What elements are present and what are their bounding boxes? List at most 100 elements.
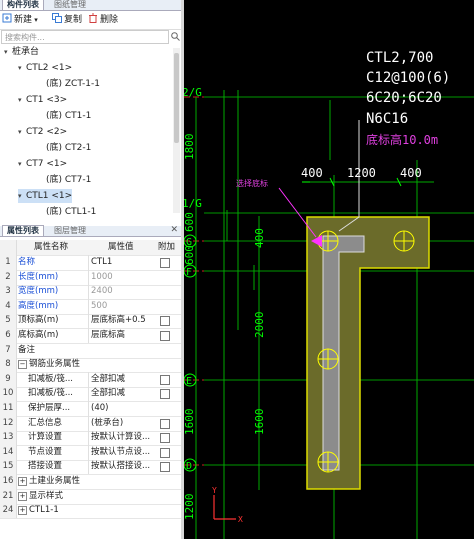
property-value[interactable]: (40) <box>88 401 159 416</box>
property-row[interactable]: 12 汇总信息 (桩承台) <box>0 415 181 432</box>
close-icon[interactable]: ✕ <box>170 225 178 235</box>
tab-component-list[interactable]: 构件列表 <box>2 0 44 10</box>
property-value[interactable]: 全部扣减 <box>88 386 159 402</box>
property-row[interactable]: 6 底标高(m) 层底标高 <box>0 328 181 344</box>
property-row[interactable]: 11 保护层厚... (40) <box>0 401 181 417</box>
delete-button[interactable]: 删除 <box>88 13 118 27</box>
property-value[interactable]: 2400 <box>88 284 159 300</box>
row-number: 24 <box>0 503 17 519</box>
add-checkbox[interactable] <box>160 418 170 429</box>
tree-node[interactable]: (底) CT1-1 <box>46 109 91 123</box>
elevation-note: 底标高10.0m <box>366 132 438 147</box>
property-row[interactable]: 1 名称 CTL1 <box>0 255 181 271</box>
property-row[interactable]: 9 扣减板/筏... 全部扣减 <box>0 371 181 388</box>
property-value[interactable]: 按默认计算设... <box>88 430 159 446</box>
expand-toggle-icon[interactable]: − <box>18 360 27 370</box>
row-number: 8 <box>0 357 17 373</box>
expand-toggle-icon[interactable]: + <box>18 506 27 516</box>
property-row[interactable]: 3 宽度(mm) 2400 <box>0 284 181 301</box>
property-name: 计算设置 <box>28 432 63 443</box>
row-number: 5 <box>0 313 17 329</box>
tree-node[interactable]: ▾ CT2 <2> <box>18 125 67 139</box>
ucs-x-label: X <box>238 515 243 524</box>
annotation-line: 6C20;6C20 <box>366 90 442 106</box>
property-value[interactable]: 按默认搭接设... <box>88 459 159 475</box>
tree-node[interactable]: (底) ZCT-1-1 <box>46 77 100 91</box>
property-value[interactable]: 全部扣减 <box>88 371 159 387</box>
search-input[interactable]: 搜索构件... <box>1 30 169 44</box>
property-name: 搭接设置 <box>28 461 63 472</box>
axis-label: D <box>186 461 192 472</box>
axis-label: F <box>186 267 192 278</box>
copy-icon <box>52 13 62 23</box>
property-value[interactable]: 1000 <box>88 269 159 285</box>
add-checkbox[interactable] <box>160 258 170 268</box>
tree-node[interactable]: ▾ 桩承台 <box>4 45 39 59</box>
property-name: 名称 <box>18 257 36 267</box>
property-row[interactable]: 21 + 显示样式 <box>0 488 181 505</box>
dim-label: 1600 <box>184 409 196 436</box>
add-checkbox[interactable] <box>160 389 170 400</box>
property-row[interactable]: 14 节点设置 按默认节点设... <box>0 444 181 461</box>
property-header: 属性名称 属性值 附加 <box>0 240 181 256</box>
property-value[interactable]: (桩承台) <box>88 415 159 431</box>
add-checkbox[interactable] <box>160 331 170 341</box>
tree-node[interactable]: (底) CT7-1 <box>46 173 91 187</box>
property-value[interactable]: 500 <box>88 298 159 314</box>
property-row[interactable]: 2 长度(mm) 1000 <box>0 269 181 286</box>
property-row[interactable]: 16 + 土建业务属性 <box>0 474 181 490</box>
property-name: − 钢筋业务属性 <box>18 359 81 370</box>
new-button[interactable]: 新建 ▾ <box>2 13 38 27</box>
add-checkbox[interactable] <box>160 447 170 458</box>
expand-toggle-icon[interactable]: + <box>18 477 27 486</box>
property-row[interactable]: 13 计算设置 按默认计算设... <box>0 430 181 447</box>
property-row[interactable]: 4 高度(mm) 500 <box>0 298 181 315</box>
tree-node[interactable]: ▾ CT7 <1> <box>18 157 67 171</box>
property-name: + CTL1-1 <box>18 505 59 516</box>
property-value[interactable]: 层底标高 <box>88 328 159 343</box>
row-number: 12 <box>0 415 17 431</box>
property-value[interactable]: 层底标高+0.5 <box>88 313 159 329</box>
component-tabs: 构件列表 图纸管理 <box>0 0 181 11</box>
dim-label: 400 <box>301 166 323 180</box>
row-number: 6 <box>0 328 17 343</box>
property-value[interactable]: 按默认节点设... <box>88 444 159 460</box>
property-row[interactable]: 24 + CTL1-1 <box>0 503 181 520</box>
property-tabs: 属性列表 图层管理 ✕ <box>0 225 181 237</box>
property-value[interactable]: CTL1 <box>88 255 159 270</box>
search-icon[interactable] <box>171 32 180 41</box>
tab-layer-management[interactable]: 图层管理 <box>50 226 90 236</box>
ucs-y-label: Y <box>212 486 217 495</box>
property-row[interactable]: 15 搭接设置 按默认搭接设... <box>0 459 181 476</box>
property-row[interactable]: 10 扣减板/筏... 全部扣减 <box>0 386 181 403</box>
add-checkbox[interactable] <box>160 462 170 473</box>
cad-drawing[interactable]: Y X CTL2,700 C12@100(6) 6C20;6C20 N6C16 … <box>182 0 474 539</box>
row-number: 10 <box>0 386 17 402</box>
tree-node-selected[interactable]: ▾ CTL1 <1> <box>18 189 72 203</box>
axis-label: 1/G <box>184 197 202 210</box>
add-checkbox[interactable] <box>160 433 170 444</box>
property-name: + 显示样式 <box>18 490 64 501</box>
tab-property-list[interactable]: 属性列表 <box>2 225 44 236</box>
tree-node[interactable]: ▾ CTL2 <1> <box>18 61 72 75</box>
property-name: 宽度(mm) <box>18 286 59 297</box>
drawing-canvas[interactable]: Y X CTL2,700 C12@100(6) 6C20;6C20 N6C16 … <box>182 0 474 539</box>
expand-toggle-icon[interactable]: + <box>18 491 27 501</box>
row-number: 2 <box>0 269 17 285</box>
copy-button[interactable]: 复制 <box>52 13 82 27</box>
tree-node[interactable]: (底) CTL1-1 <box>46 205 96 217</box>
tree-node[interactable]: (底) CT2-1 <box>46 141 91 155</box>
tab-drawing-management[interactable]: 图纸管理 <box>50 0 90 10</box>
property-row[interactable]: 5 顶标高(m) 层底标高+0.5 <box>0 313 181 330</box>
dim-label: 1200 <box>184 494 196 521</box>
add-checkbox[interactable] <box>160 374 170 385</box>
property-name: 节点设置 <box>28 446 63 457</box>
add-checkbox[interactable] <box>160 316 170 327</box>
axis-label: E <box>186 376 192 387</box>
tree-node[interactable]: ▾ CT1 <3> <box>18 93 67 107</box>
property-row[interactable]: 8− 钢筋业务属性 <box>0 357 181 374</box>
dim-label: 2000 <box>253 312 266 339</box>
callout-label: 选择底标 <box>236 178 268 188</box>
tree-scrollbar[interactable] <box>173 48 180 213</box>
property-row[interactable]: 7 备注 <box>0 342 181 359</box>
